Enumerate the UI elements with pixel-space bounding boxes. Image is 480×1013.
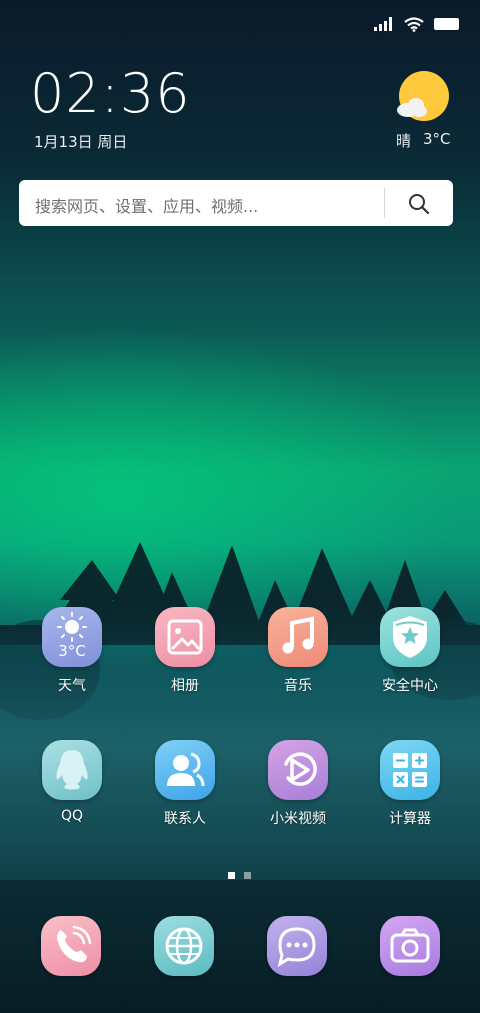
search-divider	[384, 188, 385, 218]
browser-app-icon[interactable]	[154, 916, 214, 976]
app-label: 计算器	[389, 811, 431, 827]
search-icon[interactable]	[405, 190, 433, 218]
clock-date: 1月13日 周日	[34, 133, 128, 151]
wifi-icon	[404, 16, 424, 32]
video-app-icon[interactable]	[268, 740, 328, 800]
calculator-app-icon[interactable]	[380, 740, 440, 800]
page-dot-active[interactable]	[228, 872, 235, 879]
app-label: 小米视频	[270, 811, 326, 827]
music-app-icon[interactable]	[268, 607, 328, 667]
status-bar	[374, 14, 460, 34]
weather-condition: 晴	[396, 132, 412, 150]
app-label: 联系人	[164, 811, 206, 827]
app-label: 音乐	[284, 678, 312, 694]
app-contacts[interactable]: 联系人	[137, 740, 233, 828]
app-gallery[interactable]: 相册	[137, 607, 233, 695]
phone-app-icon[interactable]	[41, 916, 101, 976]
clock-time[interactable]: 02:36	[30, 62, 191, 125]
app-qq[interactable]: QQ	[24, 740, 120, 824]
battery-icon	[434, 18, 459, 30]
app-video[interactable]: 小米视频	[250, 740, 346, 828]
contacts-app-icon[interactable]	[155, 740, 215, 800]
app-label: 天气	[58, 678, 86, 694]
sun-cloud-icon[interactable]	[394, 70, 452, 126]
page-dot[interactable]	[244, 872, 251, 879]
weather-widget[interactable]: 晴 3°C	[396, 130, 451, 151]
security-app-icon[interactable]	[380, 607, 440, 667]
page-indicator[interactable]	[228, 872, 251, 879]
app-label: 安全中心	[382, 678, 438, 694]
search-bar[interactable]: 搜索网页、设置、应用、视频...	[19, 180, 453, 226]
qq-app-icon[interactable]	[42, 740, 102, 800]
weather-temperature: 3°C	[423, 130, 451, 148]
app-music[interactable]: 音乐	[250, 607, 346, 695]
signal-icon	[374, 17, 392, 31]
app-label: 相册	[171, 678, 199, 694]
app-security[interactable]: 安全中心	[362, 607, 458, 695]
messages-app-icon[interactable]	[267, 916, 327, 976]
app-label: QQ	[60, 808, 84, 824]
weather-app-temp: 3°C	[58, 642, 86, 660]
app-calculator[interactable]: 计算器	[362, 740, 458, 828]
weather-app-icon[interactable]: 3°C	[42, 607, 102, 667]
gallery-app-icon[interactable]	[155, 607, 215, 667]
camera-app-icon[interactable]	[380, 916, 440, 976]
search-input[interactable]: 搜索网页、设置、应用、视频...	[35, 193, 258, 217]
app-weather[interactable]: 3°C 天气	[24, 607, 120, 695]
